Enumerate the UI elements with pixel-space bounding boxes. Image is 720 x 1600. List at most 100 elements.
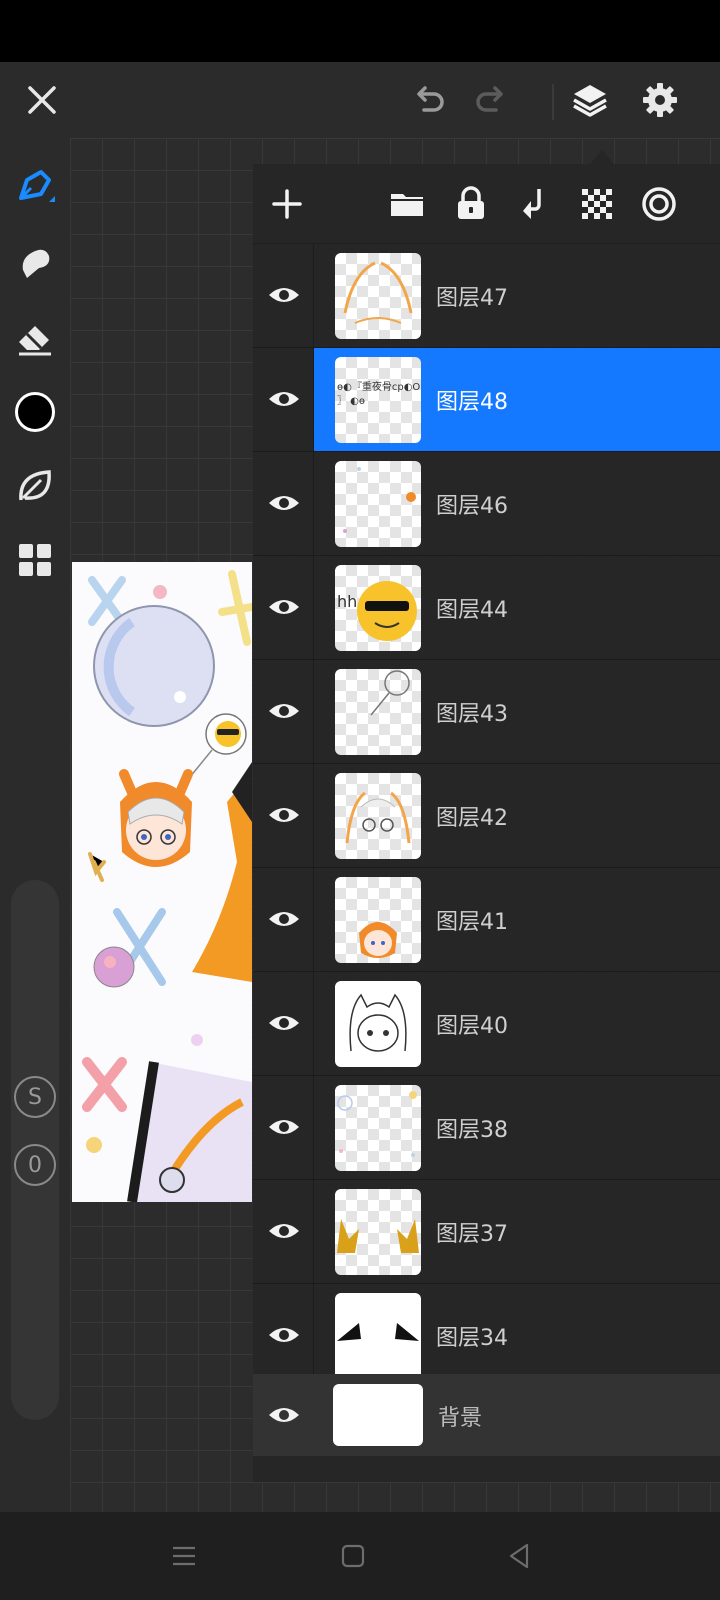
home-icon	[341, 1544, 365, 1568]
layer-thumbnail	[335, 1189, 421, 1275]
target-icon	[642, 187, 676, 221]
visibility-toggle[interactable]	[259, 270, 309, 320]
eye-icon	[269, 912, 299, 926]
eraser-icon	[19, 326, 51, 356]
layer-name: 图层43	[436, 702, 508, 727]
visibility-toggle[interactable]	[259, 478, 309, 528]
mask-button[interactable]	[633, 178, 685, 230]
layer-row-41[interactable]: 图层41	[253, 868, 720, 972]
layer-row-42[interactable]: 图层42	[253, 764, 720, 868]
layer-row-47[interactable]: 图层47	[253, 244, 720, 348]
color-picker-button[interactable]	[7, 384, 63, 440]
transparency-button[interactable]	[571, 178, 623, 230]
layer-row-46[interactable]: 图层46	[253, 452, 720, 556]
layer-thumbnail	[335, 253, 421, 339]
eye-icon	[269, 1408, 299, 1422]
layer-name: 图层38	[436, 1118, 508, 1143]
close-button[interactable]	[14, 72, 70, 128]
visibility-toggle[interactable]	[259, 686, 309, 736]
eye-icon	[269, 496, 299, 510]
layer-thumbnail	[335, 773, 421, 859]
redo-button[interactable]	[464, 72, 520, 128]
sunglasses-emoji-icon	[357, 581, 417, 641]
size-badge: S	[14, 1076, 56, 1118]
visibility-toggle[interactable]	[259, 374, 309, 424]
background-layer-name: 背景	[438, 1406, 483, 1431]
row-divider	[313, 1180, 314, 1284]
folder-button[interactable]	[381, 178, 433, 230]
background-layer-row[interactable]: 背景	[253, 1374, 720, 1456]
background-thumbnail	[333, 1384, 423, 1446]
row-divider	[313, 244, 314, 348]
layer-name: 图层34	[436, 1326, 508, 1351]
gear-icon	[643, 83, 677, 117]
row-divider	[313, 1076, 314, 1180]
visibility-toggle[interactable]	[259, 998, 309, 1048]
checker-icon	[582, 189, 612, 219]
row-divider	[313, 764, 314, 868]
layer-name: 图层40	[436, 1014, 508, 1039]
visibility-toggle[interactable]	[259, 1206, 309, 1256]
layer-thumbnail: hh	[335, 565, 421, 651]
layer-name: 图层37	[436, 1222, 508, 1247]
grid-icon	[19, 544, 51, 576]
eye-icon	[269, 392, 299, 406]
layer-row-48[interactable]: ɵ◐『重夜骨cp◐OK 〗 ◐ɵ 图层48	[253, 348, 720, 452]
smudge-icon	[22, 249, 50, 278]
layer-thumbnail: ɵ◐『重夜骨cp◐OK 〗 ◐ɵ	[335, 357, 421, 443]
lock-icon	[458, 186, 484, 219]
add-layer-button[interactable]	[261, 178, 313, 230]
eraser-tool-button[interactable]	[7, 310, 63, 366]
top-toolbar	[0, 62, 720, 138]
layer-row-40[interactable]: 图层40	[253, 972, 720, 1076]
row-divider	[313, 556, 314, 660]
close-icon	[28, 86, 56, 114]
leaf-icon	[19, 470, 51, 501]
layer-row-34[interactable]: 图层34	[253, 1284, 720, 1388]
eye-icon	[269, 600, 299, 614]
layer-row-37[interactable]: 图层37	[253, 1180, 720, 1284]
home-button[interactable]	[331, 1534, 375, 1578]
layer-name: 图层44	[436, 598, 508, 623]
visibility-toggle[interactable]	[259, 1102, 309, 1152]
thumb-image	[337, 1219, 419, 1253]
back-button[interactable]	[498, 1534, 542, 1578]
menu-button[interactable]	[162, 1534, 206, 1578]
layer-row-44[interactable]: hh 图层44	[253, 556, 720, 660]
layer-row-43[interactable]: 图层43	[253, 660, 720, 764]
visibility-toggle[interactable]	[259, 1390, 309, 1440]
brush-library-button[interactable]	[7, 458, 63, 514]
row-divider	[313, 452, 314, 556]
layer-name: 图层46	[436, 494, 508, 519]
brush-size-slider[interactable]: S 0	[11, 880, 59, 1420]
artwork-preview[interactable]	[72, 562, 252, 1202]
visibility-toggle[interactable]	[259, 1310, 309, 1360]
layer-thumbnail	[335, 461, 421, 547]
layers-panel-toolbar	[253, 164, 720, 244]
folder-icon	[391, 194, 423, 216]
thumb-image	[343, 467, 416, 533]
settings-button[interactable]	[632, 72, 688, 128]
layer-row-38[interactable]: 图层38	[253, 1076, 720, 1180]
layers-icon	[573, 85, 607, 117]
brush-tool-button[interactable]	[7, 158, 63, 214]
materials-button[interactable]	[7, 532, 63, 588]
layers-button[interactable]	[562, 72, 618, 128]
artwork-image	[82, 570, 252, 1202]
smudge-tool-button[interactable]	[7, 234, 63, 290]
thumb-image	[359, 922, 397, 958]
layer-thumbnail	[335, 669, 421, 755]
lock-button[interactable]	[445, 178, 497, 230]
row-divider	[313, 972, 314, 1076]
undo-button[interactable]	[400, 72, 456, 128]
eye-icon	[269, 1016, 299, 1030]
plus-icon	[272, 189, 302, 219]
visibility-toggle[interactable]	[259, 582, 309, 632]
visibility-toggle[interactable]	[259, 894, 309, 944]
back-icon	[509, 1543, 529, 1569]
eye-icon	[269, 1120, 299, 1134]
merge-down-button[interactable]	[508, 178, 560, 230]
thumb-image	[349, 993, 407, 1052]
visibility-toggle[interactable]	[259, 790, 309, 840]
row-divider	[313, 348, 314, 452]
